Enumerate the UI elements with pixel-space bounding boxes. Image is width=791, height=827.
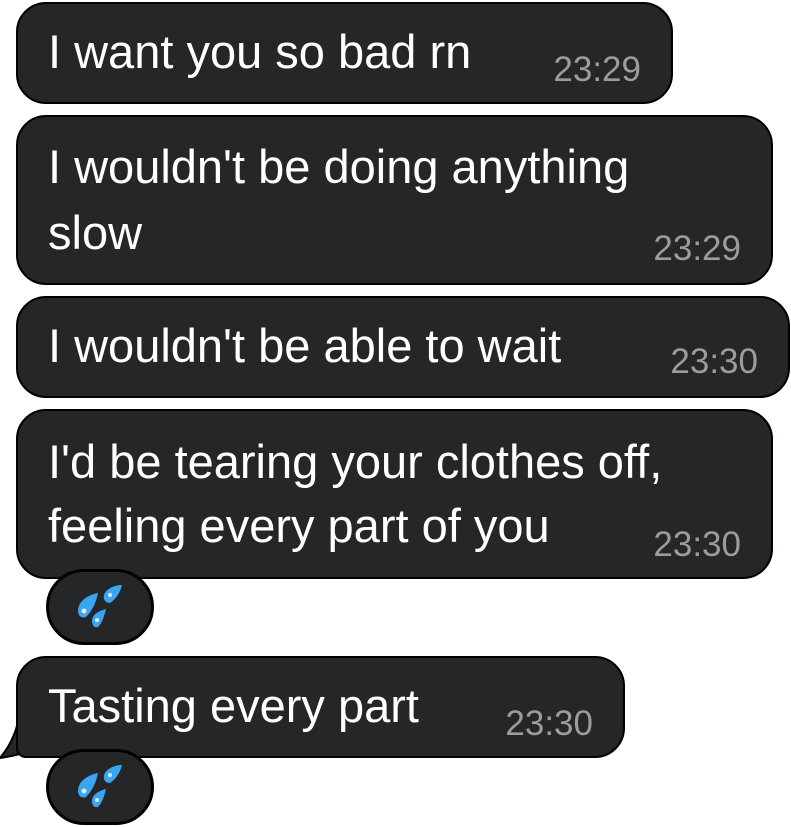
message-bubble[interactable]: I wouldn't be able to wait 23:30 <box>16 296 790 398</box>
message-text: I wouldn't be doing anything <box>48 140 630 193</box>
reaction-badge[interactable] <box>46 749 154 825</box>
message-timestamp: 23:30 <box>505 704 593 743</box>
reaction-badge[interactable] <box>46 569 154 645</box>
chat-thread: I want you so bad rn 23:29 I wouldn't be… <box>0 0 791 827</box>
message-bubble[interactable]: I'd be tearing your clothes off, feeling… <box>16 409 773 579</box>
message-text: feeling every part of you <box>48 499 550 552</box>
message-text: I wouldn't be able to wait <box>48 319 562 372</box>
message-bubble[interactable]: I want you so bad rn 23:29 <box>16 2 673 104</box>
sweat-droplets-icon <box>74 581 126 633</box>
message-bubble[interactable]: I wouldn't be doing anything slow 23:29 <box>16 115 773 285</box>
sweat-droplets-icon <box>74 761 126 813</box>
message-bubble[interactable]: Tasting every part 23:30 <box>16 656 625 758</box>
message-text: Tasting every part <box>48 679 419 732</box>
message-timestamp: 23:30 <box>653 525 741 564</box>
message-timestamp: 23:29 <box>653 229 741 268</box>
message-text: slow <box>48 206 143 259</box>
message-timestamp: 23:29 <box>553 50 641 89</box>
message-timestamp: 23:30 <box>670 342 758 381</box>
message-text: I want you so bad rn <box>48 25 472 78</box>
message-text: I'd be tearing your clothes off, <box>48 435 663 488</box>
